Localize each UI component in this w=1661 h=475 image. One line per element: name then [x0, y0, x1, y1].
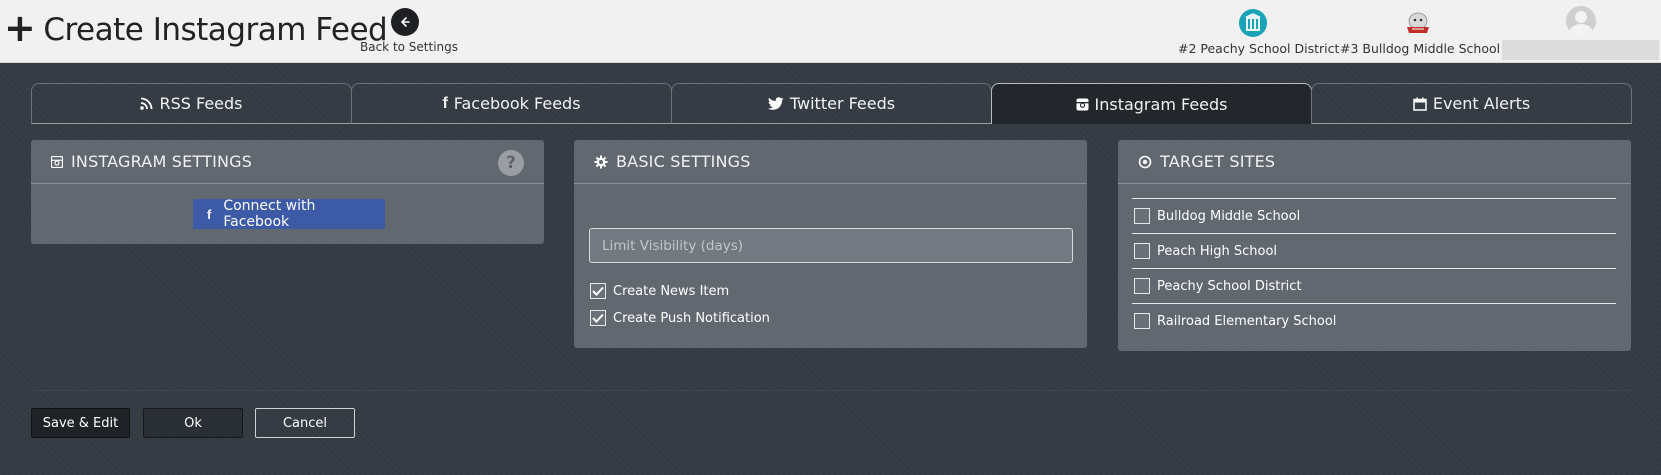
bulldog-logo-icon: [1406, 12, 1429, 33]
checkbox-checked[interactable]: [590, 310, 606, 326]
checkbox-checked[interactable]: [590, 283, 606, 299]
plus-icon: +: [4, 6, 36, 50]
target-site-bulldog-middle[interactable]: Bulldog Middle School: [1132, 198, 1616, 233]
save-and-edit-button[interactable]: Save & Edit: [31, 408, 130, 438]
site-label: Railroad Elementary School: [1157, 313, 1337, 329]
footer-divider: [31, 390, 1631, 391]
user-menu[interactable]: [1502, 6, 1659, 60]
tab-rss-feeds[interactable]: RSS Feeds: [31, 83, 352, 124]
checkbox-unchecked[interactable]: [1134, 208, 1150, 224]
top-header: + Create Instagram Feed Back to Settings…: [0, 0, 1661, 63]
site-switch-label: #3 Bulldog Middle School: [1340, 41, 1501, 56]
tab-facebook-feeds[interactable]: f Facebook Feeds: [351, 83, 672, 124]
tab-twitter-feeds[interactable]: Twitter Feeds: [671, 83, 992, 124]
tab-label: Twitter Feeds: [789, 94, 896, 113]
create-news-item-checkbox[interactable]: Create News Item: [590, 283, 729, 299]
checkbox-label: Create Push Notification: [613, 310, 770, 326]
panel-header: INSTAGRAM SETTINGS: [31, 140, 544, 184]
calendar-icon: [1413, 97, 1427, 111]
help-icon[interactable]: ?: [498, 150, 524, 176]
tab-label: Facebook Feeds: [453, 94, 581, 113]
checkbox-unchecked[interactable]: [1134, 313, 1150, 329]
checkbox-unchecked[interactable]: [1134, 243, 1150, 259]
panel-title: INSTAGRAM SETTINGS: [71, 152, 253, 171]
site-label: Bulldog Middle School: [1157, 208, 1301, 224]
site-label: Peachy School District: [1157, 278, 1302, 294]
back-to-settings-button[interactable]: Back to Settings: [360, 8, 459, 54]
gear-icon: [594, 155, 608, 168]
create-push-notification-checkbox[interactable]: Create Push Notification: [590, 310, 770, 326]
checkbox-unchecked[interactable]: [1134, 278, 1150, 294]
instagram-icon: [1076, 98, 1088, 110]
connect-label: Connect with Facebook: [223, 198, 316, 230]
panel-title: BASIC SETTINGS: [616, 152, 751, 171]
page-title: + Create Instagram Feed: [4, 6, 388, 50]
target-sites-panel: TARGET SITES Bulldog Middle School Peach…: [1118, 140, 1631, 351]
twitter-icon: [767, 96, 784, 110]
panel-title: TARGET SITES: [1160, 152, 1276, 171]
panel-header: TARGET SITES: [1118, 140, 1631, 184]
target-icon: [1138, 155, 1152, 168]
rss-icon: [140, 97, 153, 110]
tab-label: Instagram Feeds: [1094, 94, 1228, 114]
back-to-settings-label: Back to Settings: [360, 40, 459, 54]
target-site-peach-high[interactable]: Peach High School: [1132, 233, 1616, 268]
cancel-button[interactable]: Cancel: [255, 408, 355, 438]
tab-label: RSS Feeds: [159, 94, 243, 113]
tab-instagram-feeds[interactable]: Instagram Feeds: [991, 83, 1312, 124]
ok-button[interactable]: Ok: [143, 408, 243, 438]
user-name-placeholder: [1502, 40, 1659, 60]
checkbox-label: Create News Item: [613, 283, 730, 299]
facebook-icon: f: [442, 94, 448, 112]
avatar-icon: [1565, 6, 1596, 36]
arrow-left-icon: [391, 8, 419, 36]
tab-event-alerts[interactable]: Event Alerts: [1311, 83, 1632, 124]
instagram-icon: [51, 155, 63, 168]
page-title-text: Create Instagram Feed: [43, 12, 388, 48]
site-switch-bulldog-middle[interactable]: #3 Bulldog Middle School: [1340, 8, 1500, 56]
target-site-list: Bulldog Middle School Peach High School …: [1132, 198, 1616, 338]
feed-tabs: RSS Feeds f Facebook Feeds Twitter Feeds…: [31, 83, 1632, 124]
basic-settings-panel: BASIC SETTINGS Create News Item Create P…: [574, 140, 1087, 348]
site-label: Peach High School: [1157, 243, 1278, 259]
building-logo-icon: [1239, 9, 1267, 37]
panel-header: BASIC SETTINGS: [574, 140, 1087, 184]
site-switch-label: #2 Peachy School District: [1178, 41, 1340, 56]
tab-label: Event Alerts: [1432, 94, 1531, 113]
site-switch-peachy-district[interactable]: #2 Peachy School District: [1178, 8, 1339, 56]
limit-visibility-input[interactable]: [589, 228, 1073, 263]
target-site-railroad-elementary[interactable]: Railroad Elementary School: [1132, 303, 1616, 338]
connect-with-facebook-button[interactable]: f Connect with Facebook: [193, 198, 385, 230]
instagram-settings-panel: INSTAGRAM SETTINGS ? f Connect with Face…: [31, 140, 544, 244]
target-site-peachy-district[interactable]: Peachy School District: [1132, 268, 1616, 303]
facebook-icon: f: [207, 206, 212, 222]
